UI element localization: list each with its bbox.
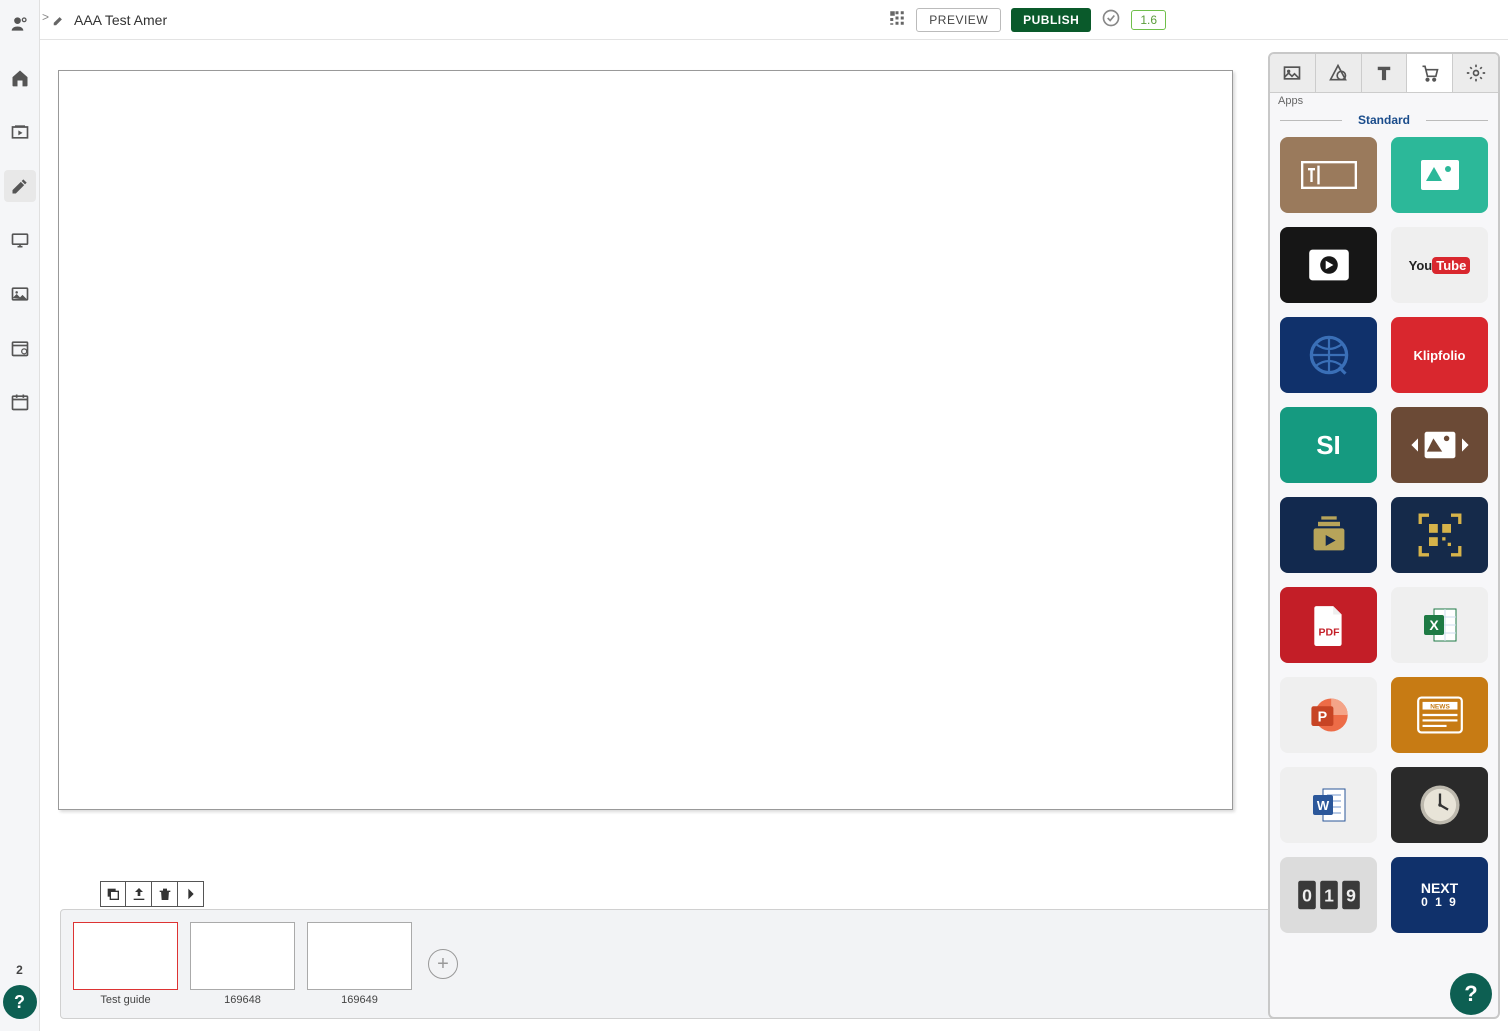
slide-tool-next[interactable] <box>178 881 204 907</box>
panel-tab-settings[interactable] <box>1453 54 1498 92</box>
pencil-icon <box>52 13 66 27</box>
app-tile-powerpoint[interactable]: P <box>1280 677 1377 753</box>
app-tile-image[interactable] <box>1391 137 1488 213</box>
slide-thumb-preview[interactable] <box>307 922 412 990</box>
nav-home[interactable] <box>4 62 36 94</box>
app-tile-clock[interactable] <box>1391 767 1488 843</box>
nav-library[interactable] <box>4 116 36 148</box>
nav-user-settings[interactable] <box>4 8 36 40</box>
svg-text:0: 0 <box>1302 886 1312 906</box>
version-badge: 1.6 <box>1131 10 1166 30</box>
svg-text:X: X <box>1429 617 1439 633</box>
slide-thumb[interactable]: 169649 <box>307 922 412 1006</box>
panel-tab-text[interactable] <box>1362 54 1408 92</box>
panel-tab-apps[interactable] <box>1407 54 1453 92</box>
slide-thumb-preview[interactable] <box>190 922 295 990</box>
project-title: AAA Test Amer <box>74 12 167 28</box>
svg-text:W: W <box>1316 798 1329 813</box>
topbar: AAA Test Amer PREVIEW PUBLISH 1.6 <box>40 0 1508 40</box>
app-tile-excel[interactable]: X <box>1391 587 1488 663</box>
app-tile-counter[interactable]: 019 <box>1280 857 1377 933</box>
panel-tab-shape[interactable] <box>1316 54 1362 92</box>
canvas[interactable] <box>58 70 1233 810</box>
app-tile-web-globe[interactable] <box>1280 317 1377 393</box>
svg-text:PDF: PDF <box>1318 627 1340 639</box>
slide-thumb-label: Test guide <box>100 994 150 1006</box>
app-tile-qr-code[interactable] <box>1391 497 1488 573</box>
app-tile-word[interactable]: W <box>1280 767 1377 843</box>
add-slide-button[interactable]: + <box>428 949 458 979</box>
slide-tool-upload[interactable] <box>126 881 152 907</box>
nav-calendar[interactable] <box>4 386 36 418</box>
app-tile-pdf[interactable]: PDF <box>1280 587 1377 663</box>
slide-tool-delete[interactable] <box>152 881 178 907</box>
publish-button[interactable]: PUBLISH <box>1011 8 1091 32</box>
app-tile-slideshow[interactable] <box>1391 407 1488 483</box>
grid-toggle[interactable] <box>888 9 906 30</box>
status-check-icon <box>1101 8 1121 31</box>
nav-compose[interactable] <box>4 170 36 202</box>
slide-thumb[interactable]: Test guide <box>73 922 178 1006</box>
slide-thumb-label: 169649 <box>341 994 378 1006</box>
notification-count: 2 <box>16 963 23 977</box>
app-tile-news[interactable]: NEWS <box>1391 677 1488 753</box>
app-tile-video[interactable] <box>1280 227 1377 303</box>
slide-thumb-preview[interactable] <box>73 922 178 990</box>
app-tile-klipfolio[interactable]: Klipfolio <box>1391 317 1488 393</box>
svg-text:NEWS: NEWS <box>1430 703 1450 710</box>
svg-text:9: 9 <box>1346 886 1356 906</box>
slide-thumb[interactable]: 169648 <box>190 922 295 1006</box>
nav-media[interactable] <box>4 278 36 310</box>
app-tile-text-box[interactable] <box>1280 137 1377 213</box>
app-tile-video-playlist[interactable] <box>1280 497 1377 573</box>
svg-text:1: 1 <box>1324 886 1334 906</box>
app-tile-next-counter[interactable]: NEXT0 1 9 <box>1391 857 1488 933</box>
help-button[interactable]: ? <box>3 985 37 1019</box>
panel-section-title: Standard <box>1270 113 1498 127</box>
slide-tool-copy[interactable] <box>100 881 126 907</box>
app-tile-si[interactable]: SI <box>1280 407 1377 483</box>
svg-text:P: P <box>1317 710 1327 726</box>
title-edit[interactable]: AAA Test Amer <box>52 12 167 28</box>
apps-panel: Apps Standard YouTube KlipfolioSI PDF X P NEW… <box>1268 52 1500 1019</box>
panel-sublabel: Apps <box>1270 93 1498 109</box>
app-tile-youtube[interactable]: YouTube <box>1391 227 1488 303</box>
preview-button[interactable]: PREVIEW <box>916 8 1001 32</box>
nav-schedule[interactable] <box>4 332 36 364</box>
left-nav-rail: > 2 ? <box>0 0 40 1031</box>
floating-help-button[interactable]: ? <box>1450 973 1492 1015</box>
slide-thumb-label: 169648 <box>224 994 261 1006</box>
nav-display[interactable] <box>4 224 36 256</box>
panel-tab-image[interactable] <box>1270 54 1316 92</box>
